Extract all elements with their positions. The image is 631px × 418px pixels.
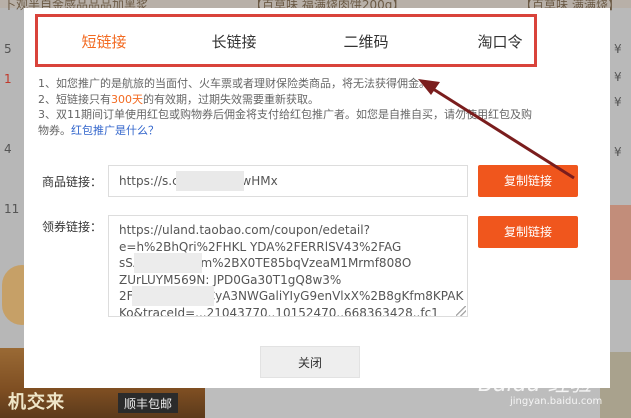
watermark-main: Baidu 经验 xyxy=(478,372,592,397)
background-right-price-2: ¥ xyxy=(614,70,622,84)
background-price-4: 11 xyxy=(4,202,20,216)
background-banner-text: 机交来 xyxy=(8,392,65,413)
watermark-sub: jingyan.baidu.com xyxy=(510,396,603,407)
baidu-jingyan-watermark: Baidu 经验 jingyan.baidu.com xyxy=(478,366,602,407)
background-right-price-3: ¥ xyxy=(614,95,622,109)
notice-line-2-pre: 2、短链接只有 xyxy=(38,92,111,106)
tab-long-link[interactable]: 长链接 xyxy=(194,28,274,56)
tab-taokouling[interactable]: 淘口令 xyxy=(460,28,540,56)
background-right-price-4: ¥ xyxy=(614,145,622,159)
notice-line-2-post: 的有效期，过期失效需要重新获取。 xyxy=(143,92,319,106)
notice-line-4-pre: 物券。 xyxy=(38,123,71,137)
coupon-link-line: https://uland.taobao.com/coupon/edetail? xyxy=(119,223,370,237)
background-right-price-1: ¥ xyxy=(614,42,622,56)
redacted-region xyxy=(134,253,202,273)
share-link-dialog: 短链接 长链接 二维码 淘口令 1、如您推广的是航旅的当面付、火车票或者理财保险… xyxy=(24,8,610,388)
product-link-label: 商品链接： xyxy=(42,175,103,189)
tab-bar: 短链接 长链接 二维码 淘口令 xyxy=(35,14,537,67)
background-price-2: 1 xyxy=(4,72,12,86)
notice-days: 300天 xyxy=(111,92,143,106)
background-price-1: 5 xyxy=(4,42,12,56)
notice-text: 1、如您推广的是航旅的当面付、火车票或者理财保险类商品，将无法获得佣金。 2、短… xyxy=(38,76,593,138)
notice-line-1: 1、如您推广的是航旅的当面付、火车票或者理财保险类商品，将无法获得佣金。 xyxy=(38,77,430,90)
product-link-field[interactable]: https://s.c o.com/2iowHMx xyxy=(108,165,468,197)
redacted-region xyxy=(132,286,214,306)
notice-line-4: 物券。红包推广是什么？ xyxy=(38,123,593,139)
tab-short-link[interactable]: 短链接 xyxy=(64,28,144,56)
copy-coupon-link-button[interactable]: 复制链接 xyxy=(478,216,578,248)
notice-line-2: 2、短链接只有300天的有效期，过期失效需要重新获取。 xyxy=(38,92,593,108)
background-product-photo xyxy=(608,205,631,280)
copy-product-link-button[interactable]: 复制链接 xyxy=(478,165,578,197)
textarea-resize-handle[interactable] xyxy=(456,306,466,316)
background-price-3: 4 xyxy=(4,142,12,156)
notice-line-3: 3、双11期间订单使用红包或购物券后佣金将支付给红包推广者。如您是自推自买，请勿… xyxy=(38,108,532,121)
background-banner-badge: 顺丰包邮 xyxy=(118,393,178,413)
coupon-link-label: 领券链接： xyxy=(42,220,103,234)
tab-qr-code[interactable]: 二维码 xyxy=(326,28,406,56)
redacted-region xyxy=(176,171,244,191)
red-packet-help-link[interactable]: 红包推广是什么？ xyxy=(71,124,159,137)
coupon-link-line: Ko&traceId=...21043770..10152470..668363… xyxy=(119,305,439,317)
close-button[interactable]: 关闭 xyxy=(260,346,360,378)
